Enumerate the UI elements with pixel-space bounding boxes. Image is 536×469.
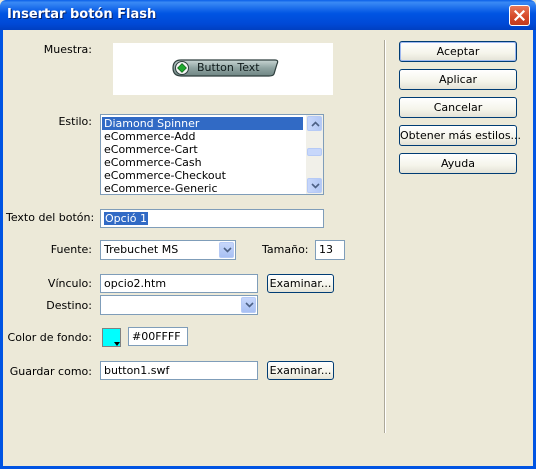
save-as-value: button1.swf [104,364,170,377]
close-icon [514,10,525,21]
vertical-separator [384,40,386,433]
button-text-label: Texto del botón: [6,211,95,224]
window-title: Insertar botón Flash [7,7,157,22]
chevron-down-icon [223,247,232,253]
title-bar[interactable]: Insertar botón Flash [0,0,536,30]
preview-button-text: Button Text [197,61,260,74]
dropdown-arrow-icon [114,342,120,346]
font-value: Trebuchet MS [104,243,179,256]
apply-button[interactable]: Aplicar [399,69,517,90]
font-label: Fuente: [50,243,92,256]
accept-button[interactable]: Aceptar [399,41,517,62]
font-dropdown-button[interactable] [219,242,234,258]
list-item[interactable]: Diamond Spinner [102,117,303,130]
close-button[interactable] [509,5,530,26]
button-text-input[interactable]: Opció 1 [100,209,324,228]
list-item[interactable]: eCommerce-Checkout [104,169,303,182]
list-item[interactable]: eCommerce-Cash [104,156,303,169]
list-item[interactable]: eCommerce-Add [104,130,303,143]
chevron-down-icon [245,302,254,308]
bgcolor-input[interactable]: #00FFFF [128,327,188,346]
target-dropdown-button[interactable] [241,297,256,313]
font-select[interactable]: Trebuchet MS [100,240,236,260]
save-as-browse-button[interactable]: Examinar... [267,361,334,380]
bgcolor-label: Color de fondo: [7,331,92,344]
bgcolor-value: #00FFFF [132,330,181,343]
help-button[interactable]: Ayuda [399,153,517,174]
style-scrollbar[interactable] [306,115,323,194]
size-label: Tamaño: [262,243,309,256]
cancel-button[interactable]: Cancelar [399,97,517,118]
color-picker-button[interactable] [102,328,121,347]
target-select[interactable] [100,295,258,315]
size-input[interactable]: 13 [315,240,345,260]
link-label: Vínculo: [47,277,92,290]
button-text-value: Opció 1 [104,212,148,225]
size-value: 13 [319,243,333,256]
scroll-down-button[interactable] [307,178,322,193]
preview-label: Muestra: [43,43,92,56]
link-input[interactable]: opcio2.htm [100,274,258,293]
save-as-input[interactable]: button1.swf [100,361,258,380]
style-listbox[interactable]: Diamond Spinner eCommerce-Add eCommerce-… [100,114,324,195]
list-item[interactable]: eCommerce-Cart [104,143,303,156]
chevron-up-icon [311,121,320,127]
scroll-thumb[interactable] [307,148,322,156]
more-styles-button[interactable]: Obtener más estilos... [399,125,521,146]
list-item[interactable]: eCommerce-Generic [104,182,303,194]
link-value: opcio2.htm [104,277,167,290]
preview-area: Button Text [113,43,333,95]
link-browse-button[interactable]: Examinar... [267,274,334,293]
target-label: Destino: [46,299,92,312]
chevron-down-icon [311,183,320,189]
scroll-up-button[interactable] [307,116,322,131]
style-label: Estilo: [58,115,92,128]
save-as-label: Guardar como: [9,365,92,378]
